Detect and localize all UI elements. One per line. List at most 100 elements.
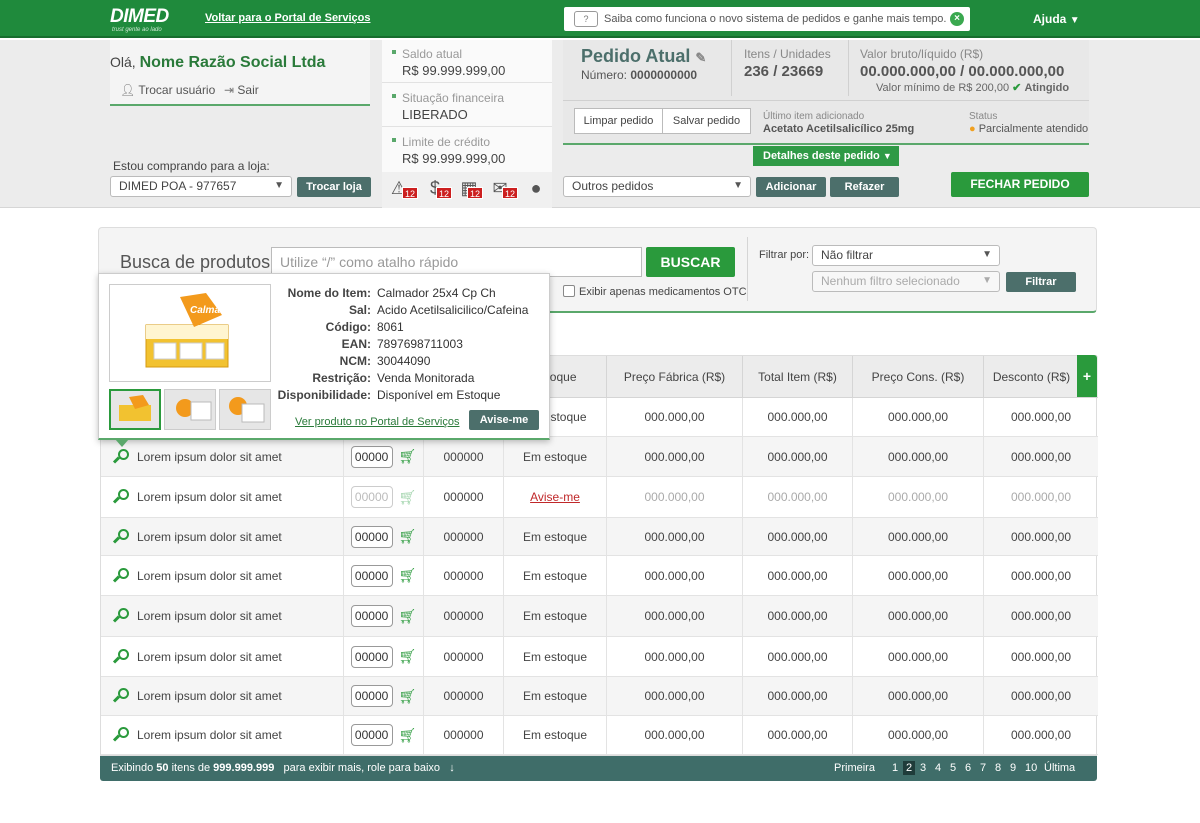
otc-checkbox[interactable]: Exibir apenas medicamentos OTC xyxy=(563,285,747,298)
secondary-filter-select[interactable]: Nenhum filtro selecionado ▼ xyxy=(812,271,1000,292)
column-header[interactable]: Desconto (R$) xyxy=(983,356,1079,398)
table-row[interactable]: Lorem ipsum dolor sit amet 00000 🛒︎ 000000 A… xyxy=(101,477,1098,518)
quantity-input[interactable]: 00000 xyxy=(350,724,393,746)
stock-status[interactable]: Avise-me xyxy=(530,490,580,504)
product-name-cell[interactable]: Lorem ipsum dolor sit amet xyxy=(101,518,343,555)
redo-button[interactable]: Refazer xyxy=(830,177,899,197)
filter-select[interactable]: Não filtrar ▼ xyxy=(812,245,1000,266)
magnifier-icon[interactable] xyxy=(112,648,129,665)
cart-icon[interactable]: 🛒︎ xyxy=(399,688,417,705)
cart-icon[interactable]: 🛒︎ xyxy=(399,727,417,744)
product-name[interactable]: Lorem ipsum dolor sit amet xyxy=(137,650,282,664)
quantity-input[interactable]: 00000 xyxy=(350,564,393,587)
table-row[interactable]: Lorem ipsum dolor sit amet 00000 🛒︎ 000000 E… xyxy=(101,677,1098,716)
page-link[interactable]: 3 xyxy=(920,762,926,774)
product-name-cell[interactable]: Lorem ipsum dolor sit amet xyxy=(101,637,343,676)
total-item-cell: 000.000,00 xyxy=(742,398,852,436)
switch-user-label: Trocar usuário xyxy=(138,83,216,97)
checkbox-icon[interactable] xyxy=(563,285,575,297)
add-column-button[interactable]: + xyxy=(1077,355,1097,397)
table-row[interactable]: Lorem ipsum dolor sit amet 00000 🛒︎ 000000 E… xyxy=(101,637,1098,677)
magnifier-icon[interactable] xyxy=(112,528,129,545)
column-header[interactable]: Total Item (R$) xyxy=(742,356,852,398)
product-name-cell[interactable]: Lorem ipsum dolor sit amet xyxy=(101,716,343,754)
product-name-cell[interactable]: Lorem ipsum dolor sit amet xyxy=(101,437,343,476)
quantity-input[interactable]: 00000 xyxy=(350,645,393,668)
edit-icon[interactable]: ✎ xyxy=(695,50,706,65)
product-name-cell[interactable]: Lorem ipsum dolor sit amet xyxy=(101,556,343,595)
product-name[interactable]: Lorem ipsum dolor sit amet xyxy=(137,530,282,544)
first-page-link[interactable]: Primeira xyxy=(834,762,875,774)
table-row[interactable]: Lorem ipsum dolor sit amet 00000 🛒︎ 000000 E… xyxy=(101,437,1098,477)
dimed-logo[interactable]: DIMED xyxy=(110,6,169,28)
quantity-input[interactable]: 00000 xyxy=(350,486,393,508)
value-label: Valor bruto/líquido (R$) xyxy=(860,47,984,61)
magnifier-icon[interactable] xyxy=(112,489,129,505)
table-row[interactable]: Lorem ipsum dolor sit amet 00000 🛒︎ 000000 E… xyxy=(101,518,1098,556)
cart-icon[interactable]: 🛒︎ xyxy=(399,648,417,665)
cart-icon[interactable]: 🛒︎ xyxy=(399,489,417,506)
logout-link[interactable]: ⇥ Sair xyxy=(224,83,259,97)
switch-user-link[interactable]: 👤︎ Trocar usuário xyxy=(120,83,215,97)
product-name[interactable]: Lorem ipsum dolor sit amet xyxy=(137,490,282,504)
magnifier-icon[interactable] xyxy=(112,727,129,743)
cart-icon[interactable]: 🛒︎ xyxy=(399,448,417,465)
page-link[interactable]: 5 xyxy=(950,762,956,774)
page-link[interactable]: 4 xyxy=(935,762,941,774)
magnifier-icon[interactable] xyxy=(112,608,129,624)
product-name[interactable]: Lorem ipsum dolor sit amet xyxy=(137,569,282,583)
notify-me-button[interactable]: Avise-me xyxy=(469,410,539,430)
page-link[interactable]: 6 xyxy=(965,762,971,774)
table-row[interactable]: Lorem ipsum dolor sit amet 00000 🛒︎ 000000 E… xyxy=(101,556,1098,596)
product-field-value: Acido Acetilsalicilico/Cafeina xyxy=(377,303,529,317)
clear-order-button[interactable]: Limpar pedido xyxy=(574,108,663,134)
product-thumbnail[interactable] xyxy=(109,389,161,430)
quantity-input[interactable]: 00000 xyxy=(350,605,393,627)
product-name-cell[interactable]: Lorem ipsum dolor sit amet xyxy=(101,477,343,517)
items-value: 236 / 23669 xyxy=(744,63,824,80)
save-order-button[interactable]: Salvar pedido xyxy=(662,108,751,134)
close-icon[interactable]: × xyxy=(950,12,964,26)
page-link[interactable]: 8 xyxy=(995,762,1001,774)
page-link[interactable]: 2 xyxy=(903,761,916,775)
close-order-button[interactable]: FECHAR PEDIDO xyxy=(951,172,1089,197)
page-link[interactable]: 9 xyxy=(1010,762,1016,774)
product-name[interactable]: Lorem ipsum dolor sit amet xyxy=(137,450,282,464)
order-details-button[interactable]: Detalhes deste pedido ▼ xyxy=(753,146,899,166)
change-store-button[interactable]: Trocar loja xyxy=(297,177,371,197)
product-name-cell[interactable]: Lorem ipsum dolor sit amet xyxy=(101,677,343,715)
last-page-link[interactable]: Última xyxy=(1044,762,1075,774)
notice-banner[interactable]: ? Saiba como funciona o novo sistema de … xyxy=(564,7,970,31)
magnifier-icon[interactable] xyxy=(112,688,129,704)
product-name[interactable]: Lorem ipsum dolor sit amet xyxy=(137,689,282,703)
magnifier-icon[interactable] xyxy=(112,448,129,465)
user-icon[interactable]: ● xyxy=(525,178,547,200)
cart-icon[interactable]: 🛒︎ xyxy=(399,608,417,625)
quantity-input[interactable]: 00000 xyxy=(350,685,393,707)
page-link[interactable]: 10 xyxy=(1025,762,1037,774)
page-link[interactable]: 1 xyxy=(892,762,898,774)
cart-icon[interactable]: 🛒︎ xyxy=(399,567,417,584)
magnifier-icon[interactable] xyxy=(112,567,129,584)
portal-link[interactable]: Voltar para o Portal de Serviços xyxy=(205,12,370,24)
column-header[interactable]: Preço Cons. (R$) xyxy=(852,356,983,398)
cart-icon[interactable]: 🛒︎ xyxy=(399,528,417,545)
help-menu[interactable]: Ajuda ▼ xyxy=(1033,12,1080,26)
stock-cell[interactable]: Avise-me xyxy=(503,477,606,517)
product-name-cell[interactable]: Lorem ipsum dolor sit amet xyxy=(101,596,343,636)
finance-value: R$ 99.999.999,00 xyxy=(402,151,506,166)
column-header[interactable]: Preço Fábrica (R$) xyxy=(606,356,742,398)
filter-button[interactable]: Filtrar xyxy=(1006,272,1076,292)
view-product-link[interactable]: Ver produto no Portal de Serviços xyxy=(295,416,459,428)
store-select[interactable]: DIMED POA - 977657 ▼ xyxy=(110,176,292,197)
other-orders-select[interactable]: Outros pedidos ▼ xyxy=(563,176,751,197)
table-row[interactable]: Lorem ipsum dolor sit amet 00000 🛒︎ 000000 E… xyxy=(101,716,1098,755)
page-link[interactable]: 7 xyxy=(980,762,986,774)
search-button[interactable]: BUSCAR xyxy=(646,247,735,277)
quantity-input[interactable]: 00000 xyxy=(350,525,393,548)
product-name[interactable]: Lorem ipsum dolor sit amet xyxy=(137,728,282,742)
add-button[interactable]: Adicionar xyxy=(756,177,826,197)
quantity-input[interactable]: 00000 xyxy=(350,445,393,468)
product-name[interactable]: Lorem ipsum dolor sit amet xyxy=(137,609,282,623)
table-row[interactable]: Lorem ipsum dolor sit amet 00000 🛒︎ 000000 E… xyxy=(101,596,1098,637)
